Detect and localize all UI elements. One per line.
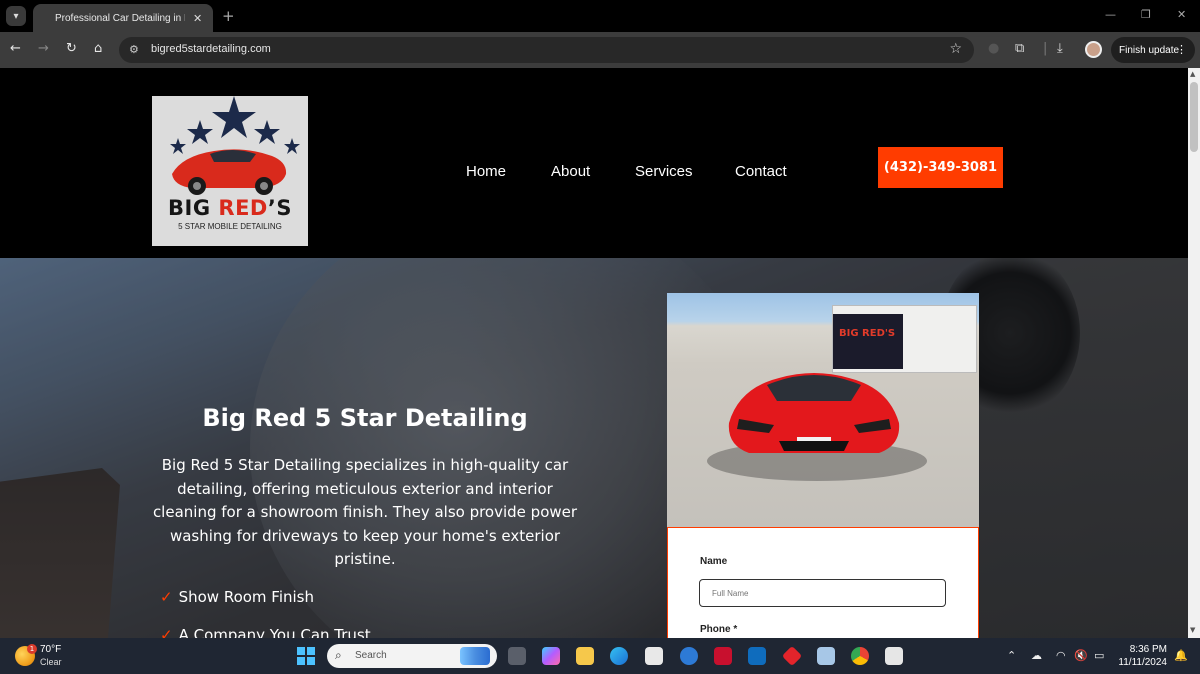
hero-section: Big Red 5 Star Detailing Big Red 5 Star …	[0, 258, 1188, 638]
hero-title: Big Red 5 Star Detailing	[202, 404, 528, 432]
site-header: BIG RED’S 5 STAR MOBILE DETAILING Home A…	[0, 68, 1188, 258]
nav-services[interactable]: Services	[635, 163, 693, 180]
store-icon[interactable]	[645, 647, 663, 665]
web-page: BIG RED’S 5 STAR MOBILE DETAILING Home A…	[0, 68, 1188, 638]
nav-about[interactable]: About	[551, 163, 590, 180]
page-scrollbar[interactable]: ▲ ▼	[1188, 68, 1200, 638]
address-bar[interactable]: ⚙ bigred5stardetailing.com ☆	[119, 37, 974, 63]
scroll-up-icon[interactable]: ▲	[1190, 70, 1195, 78]
feature-item: ✓ Show Room Finish	[160, 588, 314, 606]
back-icon[interactable]: ←	[10, 41, 21, 56]
nav-home[interactable]: Home	[466, 163, 506, 180]
logo-tagline: 5 STAR MOBILE DETAILING	[178, 222, 282, 231]
restore-icon[interactable]: ❐	[1141, 8, 1151, 21]
name-label: Name	[700, 556, 728, 567]
edge-icon[interactable]	[610, 647, 628, 665]
finish-update-button[interactable]: Finish update ⋮	[1111, 37, 1195, 63]
name-input[interactable]	[699, 579, 946, 607]
wifi-icon[interactable]: ◠	[1056, 649, 1066, 662]
battery-icon[interactable]: ▭	[1094, 649, 1104, 662]
feature-label: Show Room Finish	[178, 588, 315, 606]
contact-form: Name Phone *	[667, 527, 979, 638]
scroll-down-icon[interactable]: ▼	[1190, 626, 1195, 634]
task-view-icon[interactable]	[508, 647, 526, 665]
downloads-icon[interactable]: ⤓	[1057, 41, 1063, 56]
new-tab-icon[interactable]: +	[222, 7, 235, 25]
weather-badge: 1	[27, 644, 37, 654]
reload-icon[interactable]: ↻	[66, 41, 77, 56]
logo[interactable]: BIG RED’S 5 STAR MOBILE DETAILING	[152, 96, 308, 246]
finish-update-label: Finish update	[1119, 44, 1180, 56]
feature-label: A Company You Can Trust	[178, 626, 371, 638]
browser-toolbar: ← → ↻ ⌂ ⚙ bigred5stardetailing.com ☆ ● ⧉…	[0, 32, 1200, 68]
volume-muted-icon[interactable]: 🔇	[1074, 649, 1088, 662]
tab-title: Professional Car Detailing in Lu	[55, 12, 185, 24]
clock-date[interactable]: 11/11/2024	[1115, 657, 1167, 668]
toolbar-divider: |	[1043, 41, 1048, 56]
weather-temp[interactable]: 70°F	[40, 644, 61, 655]
hero-description: Big Red 5 Star Detailing specializes in …	[152, 456, 578, 568]
taskbar-search[interactable]: ⌕ Search	[327, 644, 497, 668]
outlook-icon[interactable]	[748, 647, 766, 665]
bookmark-star-icon[interactable]: ☆	[949, 41, 962, 57]
browser-tab[interactable]: Professional Car Detailing in Lu ✕	[33, 4, 213, 32]
taskbar: 1 70°F Clear ⌕ Search ⌃ ☁ ◠ 🔇 ▭ 8:36 PM …	[0, 638, 1200, 674]
phone-label: Phone *	[700, 624, 738, 635]
extensions-puzzle-icon[interactable]: ⧉	[1015, 41, 1024, 56]
nav-contact[interactable]: Contact	[735, 163, 787, 180]
checkmark-icon: ✓	[160, 626, 173, 638]
app-red-diamond-icon[interactable]	[781, 645, 803, 667]
feature-item: ✓ A Company You Can Trust	[160, 626, 371, 638]
weather-condition[interactable]: Clear	[40, 657, 62, 667]
scroll-thumb[interactable]	[1190, 82, 1198, 152]
logo-stars-car-graphic	[170, 96, 300, 195]
photos-icon[interactable]	[817, 647, 835, 665]
mcafee-icon[interactable]	[714, 647, 732, 665]
tab-search-icon[interactable]: ▾	[6, 6, 26, 26]
chrome-icon[interactable]	[851, 647, 869, 665]
site-info-icon[interactable]: ⚙	[129, 43, 139, 56]
car-photo: BIG RED'S	[667, 293, 979, 528]
tray-chevron-icon[interactable]: ⌃	[1007, 649, 1016, 662]
minimize-icon[interactable]: —	[1105, 8, 1116, 21]
profile-avatar[interactable]	[1085, 41, 1102, 58]
window-close-icon[interactable]: ✕	[1177, 8, 1186, 21]
checkmark-icon: ✓	[160, 588, 173, 606]
windows-start-icon[interactable]	[297, 647, 315, 665]
hero-overlay	[0, 258, 1188, 638]
tab-close-icon[interactable]: ✕	[193, 12, 202, 25]
screen: ▾ Professional Car Detailing in Lu ✕ + —…	[0, 0, 1200, 674]
notification-bell-icon[interactable]: 🔔	[1174, 649, 1188, 662]
forward-icon[interactable]: →	[38, 41, 49, 56]
red-car-graphic	[728, 373, 900, 453]
search-label: Search	[355, 650, 387, 661]
extension-dim-icon[interactable]: ●	[988, 41, 999, 56]
trailer-logo-text: BIG RED'S	[839, 328, 896, 339]
search-icon: ⌕	[335, 648, 342, 662]
onedrive-cloud-icon[interactable]: ☁	[1031, 649, 1042, 662]
logo-wordmark: BIG RED’S	[168, 196, 292, 220]
more-menu-icon[interactable]: ⋮	[1176, 43, 1187, 56]
app-doc-icon[interactable]	[885, 647, 903, 665]
app-blue-icon[interactable]	[680, 647, 698, 665]
clock-time[interactable]: 8:36 PM	[1125, 644, 1167, 655]
url-text: bigred5stardetailing.com	[151, 43, 271, 55]
search-highlight-icon	[460, 647, 490, 665]
home-icon[interactable]: ⌂	[94, 41, 102, 56]
file-explorer-icon[interactable]	[576, 647, 594, 665]
browser-tab-bar: ▾ Professional Car Detailing in Lu ✕ + —…	[0, 0, 1200, 32]
copilot-icon[interactable]	[542, 647, 560, 665]
phone-button[interactable]: (432)-349-3081	[878, 147, 1003, 188]
